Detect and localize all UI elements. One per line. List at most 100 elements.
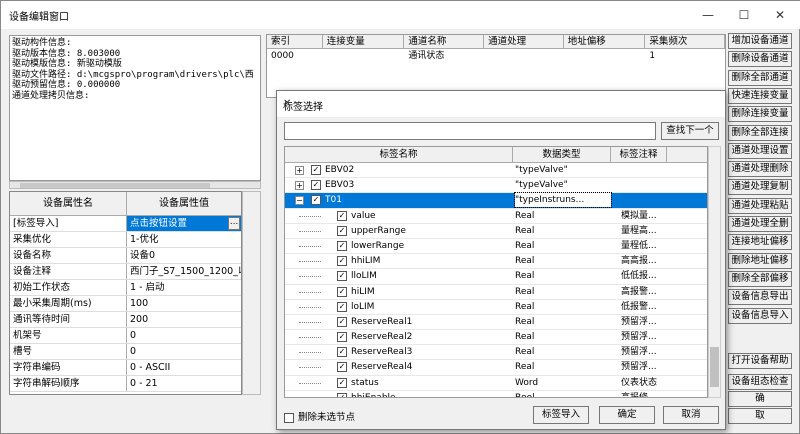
channel-action-button[interactable]: 删除设备通道 bbox=[728, 51, 792, 68]
properties-vertical-scrollbar[interactable] bbox=[242, 191, 261, 395]
collapse-icon[interactable]: − bbox=[295, 196, 304, 206]
tag-checkbox[interactable]: ✓ bbox=[311, 195, 321, 206]
tag-checkbox[interactable]: ✓ bbox=[337, 225, 347, 236]
delete-unselected-nodes-option[interactable]: 删除未选节点 bbox=[284, 409, 355, 423]
property-name: [标签导入] bbox=[10, 216, 127, 231]
delete-unselected-checkbox[interactable] bbox=[284, 412, 294, 423]
channel-action-button[interactable]: 设备信息导出 bbox=[728, 289, 792, 306]
tag-checkbox[interactable]: ✓ bbox=[337, 332, 347, 343]
channel-action-button[interactable]: 删除地址偏移 bbox=[728, 252, 792, 269]
tag-tree-row[interactable]: ✓ loLIM Real 低报警... bbox=[285, 300, 707, 315]
table-row[interactable]: 0000 通讯状态 1 bbox=[267, 49, 725, 63]
table-row[interactable]: 初始工作状态 1 - 启动 bbox=[10, 280, 241, 296]
channel-action-button[interactable]: 设备组态检查 bbox=[728, 374, 792, 390]
tag-tree-row[interactable]: ✓ ReserveReal1 Real 预留浮... bbox=[285, 315, 707, 331]
tag-checkbox[interactable]: ✓ bbox=[337, 286, 347, 297]
property-value[interactable]: 0 bbox=[127, 344, 241, 359]
table-row[interactable]: 设备名称 设备0 bbox=[10, 248, 241, 264]
channel-action-button[interactable]: 增加设备通道 bbox=[728, 33, 792, 49]
property-value[interactable]: 200 bbox=[127, 312, 241, 327]
tag-search-input[interactable] bbox=[284, 122, 656, 140]
table-row[interactable]: 最小采集周期(ms) 100 bbox=[10, 296, 241, 312]
tree-connector bbox=[299, 367, 321, 369]
table-row[interactable]: [标签导入] 点击按钮设置... bbox=[10, 216, 241, 232]
property-value[interactable]: 1 - 启动 bbox=[127, 280, 241, 295]
property-value[interactable]: 设备0 bbox=[127, 248, 241, 263]
tag-tree-row[interactable]: ✓ hhiEnable Bool 高报修... bbox=[285, 391, 707, 397]
channel-action-button[interactable]: 取 bbox=[728, 408, 792, 424]
channel-action-button[interactable]: 删除全部通道 bbox=[728, 69, 792, 86]
tag-note: 模拟量... bbox=[621, 210, 657, 221]
channel-action-button[interactable]: 设备信息导入 bbox=[728, 307, 792, 324]
expand-icon[interactable]: + bbox=[295, 181, 304, 191]
table-row[interactable]: 字符串解码顺序 0 - 21 bbox=[10, 376, 241, 392]
tag-checkbox[interactable]: ✓ bbox=[337, 377, 347, 388]
tag-tree-row[interactable]: ✓ hiLIM Real 高报警... bbox=[285, 285, 707, 300]
channel-action-button[interactable]: 通道处理全删 bbox=[728, 216, 792, 232]
property-value[interactable]: 西门子_S7_1500_1200_以太 bbox=[127, 264, 241, 279]
table-row[interactable]: 采集优化 1-优化 bbox=[10, 232, 241, 248]
tag-tree-row[interactable]: ✓ ReserveReal4 Real 预留浮... bbox=[285, 360, 707, 376]
tag-tree-row[interactable]: ✓ lloLIM Real 低低报... bbox=[285, 269, 707, 285]
tag-tree-row[interactable]: ✓ upperRange Real 量程高... bbox=[285, 224, 707, 239]
property-value[interactable]: 0 - ASCII bbox=[127, 360, 241, 375]
maximize-button[interactable]: ☐ bbox=[729, 5, 759, 25]
channel-action-button[interactable]: 连接地址偏移 bbox=[728, 234, 792, 251]
browse-button[interactable]: ... bbox=[228, 217, 240, 230]
channel-action-button[interactable]: 删除连接变量 bbox=[728, 106, 792, 123]
channel-action-button[interactable]: 快速连接变量 bbox=[728, 87, 792, 104]
tag-checkbox[interactable]: ✓ bbox=[337, 392, 347, 397]
channel-action-button[interactable]: 通道处理粘贴 bbox=[728, 197, 792, 214]
title-bar: 设备编辑窗口 — ☐ ✕ bbox=[1, 1, 800, 29]
table-row[interactable]: 槽号 0 bbox=[10, 344, 241, 360]
property-name: 槽号 bbox=[10, 344, 127, 359]
tag-checkbox[interactable]: ✓ bbox=[337, 347, 347, 358]
channel-action-button[interactable]: 通道处理删除 bbox=[728, 161, 792, 178]
tag-type: Real bbox=[515, 286, 535, 297]
table-row[interactable]: 字符串编码 0 - ASCII bbox=[10, 360, 241, 376]
tag-tree-row[interactable]: ✓ ReserveReal3 Real 预留浮... bbox=[285, 345, 707, 361]
expand-icon[interactable]: + bbox=[295, 166, 304, 175]
property-value[interactable]: 1-优化 bbox=[127, 232, 241, 247]
property-value[interactable]: 0 - 21 bbox=[127, 376, 241, 391]
tag-tree-row[interactable]: − ✓ T01 "typeInstruns... bbox=[285, 192, 707, 209]
tag-checkbox[interactable]: ✓ bbox=[337, 271, 347, 282]
info-horizontal-scrollbar[interactable] bbox=[9, 181, 261, 189]
property-value[interactable]: 100 bbox=[127, 296, 241, 311]
tag-checkbox[interactable]: ✓ bbox=[337, 362, 347, 373]
tag-tree-row[interactable]: ✓ value Real 模拟量... bbox=[285, 209, 707, 224]
tag-checkbox[interactable]: ✓ bbox=[311, 165, 321, 175]
channel-action-button[interactable]: 打开设备帮助 bbox=[728, 353, 792, 369]
channel-action-button[interactable]: 通道处理复制 bbox=[728, 179, 792, 196]
tag-tree-row[interactable]: + ✓ EBV02 "typeValve" bbox=[285, 163, 707, 179]
tag-checkbox[interactable]: ✓ bbox=[311, 180, 321, 191]
tag-checkbox[interactable]: ✓ bbox=[337, 256, 347, 267]
channel-action-button[interactable]: 确 bbox=[728, 391, 792, 407]
table-row[interactable]: 设备注释西门子_S7_1500_1200_以太 bbox=[10, 264, 241, 280]
property-value[interactable]: 点击按钮设置... bbox=[127, 216, 241, 231]
tag-checkbox[interactable]: ✓ bbox=[337, 301, 347, 312]
find-next-button[interactable]: 查找下一个 bbox=[661, 122, 719, 140]
cancel-button[interactable]: 取消 bbox=[663, 406, 719, 424]
channel-action-button[interactable]: 通道处理设置 bbox=[728, 142, 792, 159]
table-row[interactable]: 机架号 0 bbox=[10, 328, 241, 344]
minimize-button[interactable]: — bbox=[693, 5, 723, 25]
ok-button[interactable]: 确定 bbox=[599, 406, 655, 424]
tag-checkbox[interactable]: ✓ bbox=[337, 210, 347, 221]
close-button[interactable]: ✕ bbox=[765, 5, 795, 25]
tag-checkbox[interactable]: ✓ bbox=[337, 316, 347, 327]
tag-checkbox[interactable]: ✓ bbox=[337, 240, 347, 251]
table-row[interactable]: 通讯等待时间 200 bbox=[10, 312, 241, 328]
driver-info-panel[interactable]: 驱动构件信息: 驱动版本信息: 8.003000 驱动模版信息: 新驱动模版 驱动文件… bbox=[9, 35, 261, 181]
property-value[interactable]: 0 bbox=[127, 328, 241, 343]
tag-tree-row[interactable]: ✓ hhiLIM Real 高高报... bbox=[285, 254, 707, 270]
channel-action-button[interactable]: 删除全部连接 bbox=[728, 124, 792, 141]
dialog-close-button[interactable]: ✕ bbox=[283, 98, 719, 109]
channel-action-button[interactable]: 删除全部偏移 bbox=[728, 270, 792, 287]
tag-tree-row[interactable]: + ✓ EBV03 "typeValve" bbox=[285, 178, 707, 194]
tag-tree-row[interactable]: ✓ ReserveReal2 Real 预留浮... bbox=[285, 330, 707, 346]
tag-tree-row[interactable]: ✓ status Word 仪表状态 bbox=[285, 376, 707, 391]
tag-tree-row[interactable]: ✓ lowerRange Real 量程低... bbox=[285, 239, 707, 255]
tag-tree-scrollbar[interactable] bbox=[708, 146, 721, 398]
tag-import-button[interactable]: 标签导入 bbox=[533, 406, 589, 424]
